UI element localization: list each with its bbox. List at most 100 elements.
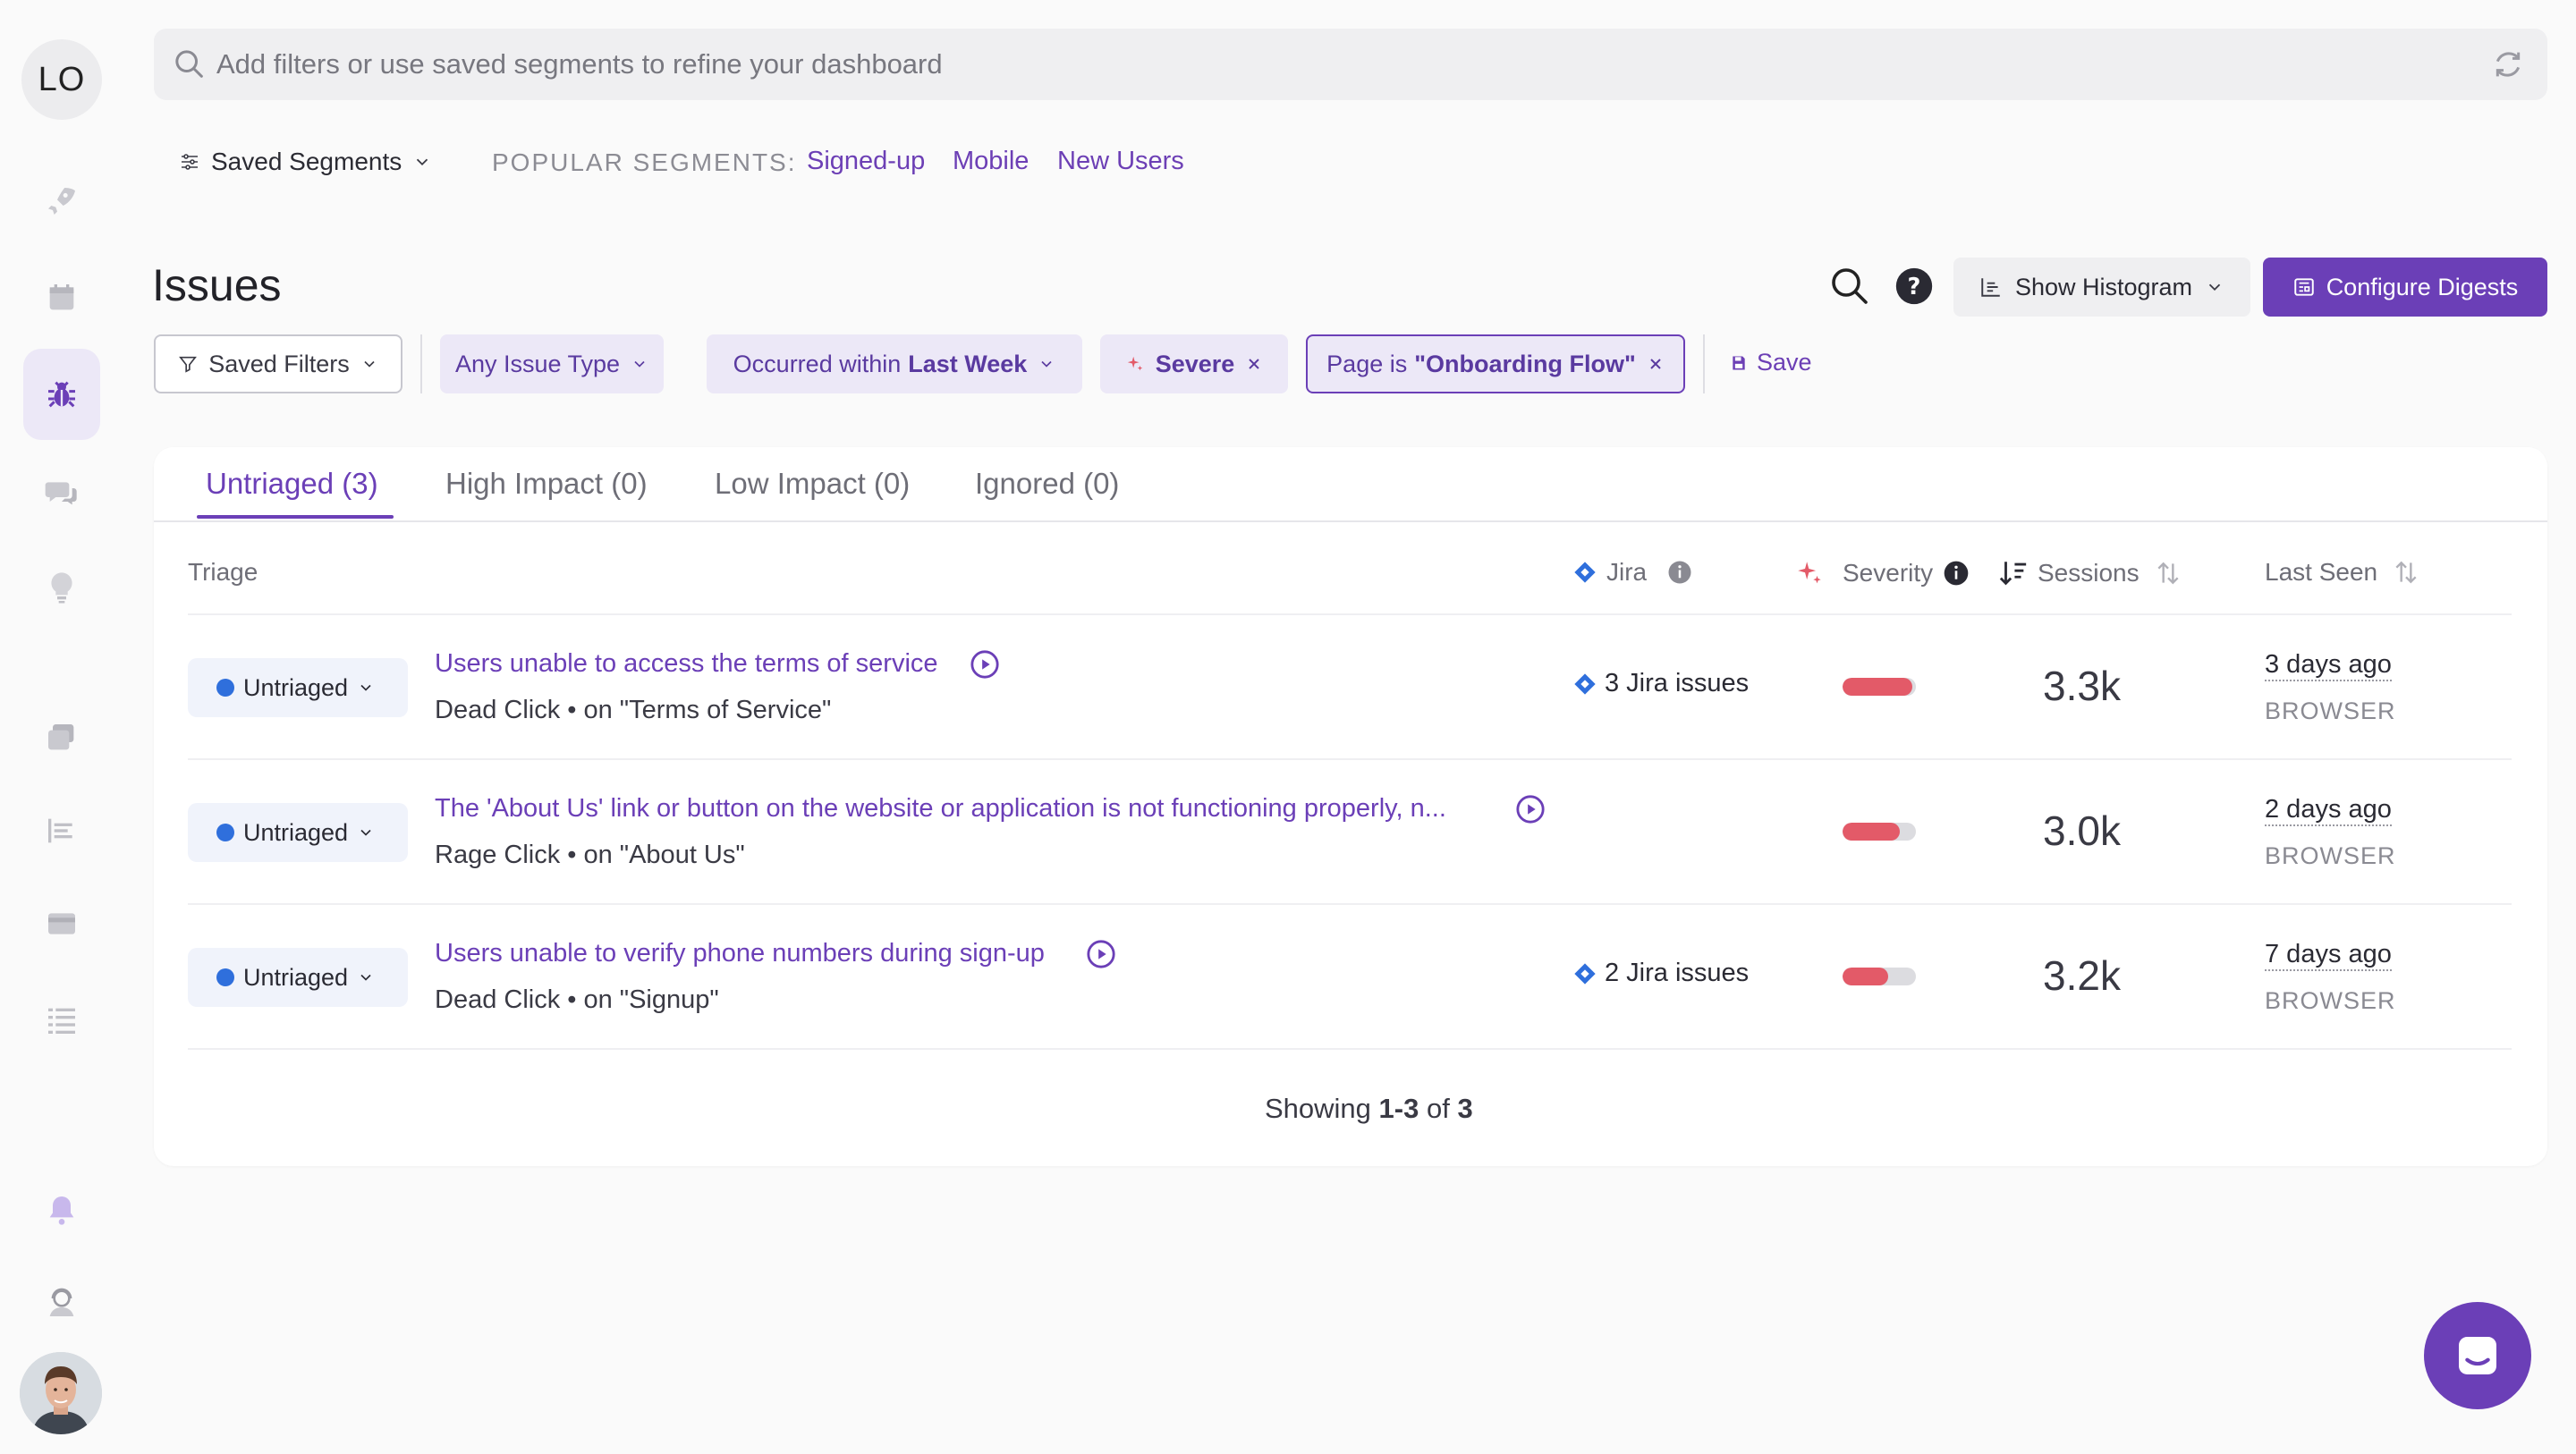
saved-filters-dropdown[interactable]: Saved Filters bbox=[154, 334, 402, 393]
column-header-sessions[interactable]: Sessions bbox=[1998, 558, 2182, 588]
sort-icon[interactable] bbox=[2154, 559, 2182, 588]
severity-bar bbox=[1843, 823, 1916, 841]
triage-label: Untriaged bbox=[243, 818, 349, 846]
sort-icon[interactable] bbox=[2392, 558, 2420, 587]
triage-dropdown[interactable]: Untriaged bbox=[188, 948, 408, 1007]
pagination-prefix: Showing bbox=[1265, 1093, 1371, 1124]
sparkle-icon bbox=[1798, 562, 1821, 584]
issue-type-filter[interactable]: Any Issue Type bbox=[440, 334, 664, 393]
floppy-disk-icon bbox=[1733, 356, 1745, 369]
rocket-icon[interactable] bbox=[39, 179, 84, 224]
filter-divider bbox=[420, 334, 422, 393]
info-icon[interactable] bbox=[1942, 559, 1970, 588]
issue-subtitle: Dead Click • on "Terms of Service" bbox=[435, 696, 832, 724]
page-filter-prefix: Page is bbox=[1326, 350, 1408, 377]
sidebar: LO bbox=[0, 0, 125, 1454]
pagination-total: 3 bbox=[1457, 1093, 1473, 1124]
column-header-triage-label: Triage bbox=[188, 558, 258, 586]
status-dot bbox=[216, 679, 234, 697]
tab-ignored[interactable]: Ignored (0) bbox=[975, 467, 1119, 501]
search-icon bbox=[175, 50, 203, 78]
column-header-jira: Jira bbox=[1572, 558, 1693, 587]
triage-dropdown[interactable]: Untriaged bbox=[188, 658, 408, 717]
bug-icon[interactable] bbox=[39, 372, 84, 417]
search-bar[interactable]: Add filters or use saved segments to ref… bbox=[154, 29, 2547, 100]
save-filter-button[interactable]: Save bbox=[1730, 349, 1812, 376]
triage-label: Untriaged bbox=[243, 963, 349, 991]
sessions-count: 3.2k bbox=[2043, 952, 2121, 999]
checklist-icon[interactable] bbox=[39, 998, 84, 1043]
jira-issues-link[interactable]: 3 Jira issues bbox=[1572, 669, 1749, 698]
bar-chart-icon bbox=[1981, 278, 2000, 297]
column-header-severity: Severity bbox=[1794, 558, 1970, 588]
sessions-count: 3.3k bbox=[2043, 663, 2121, 709]
column-header-jira-label: Jira bbox=[1606, 558, 1648, 586]
issue-title-link[interactable]: Users unable to verify phone numbers dur… bbox=[435, 939, 1045, 968]
issue-subtitle: Dead Click • on "Signup" bbox=[435, 985, 719, 1014]
last-seen-time: 3 days ago bbox=[2265, 649, 2392, 681]
issue-title-link[interactable]: Users unable to access the terms of serv… bbox=[435, 649, 938, 679]
lightbulb-icon[interactable] bbox=[39, 565, 84, 610]
status-dot bbox=[216, 824, 234, 841]
play-session-icon[interactable] bbox=[1086, 939, 1116, 969]
row-divider bbox=[188, 1048, 2512, 1050]
last-seen-time: 2 days ago bbox=[2265, 794, 2392, 826]
close-icon[interactable] bbox=[1647, 355, 1665, 373]
account-initials: LO bbox=[38, 60, 86, 98]
tab-high-impact[interactable]: High Impact (0) bbox=[445, 467, 648, 501]
page-filter-value: "Onboarding Flow" bbox=[1414, 350, 1636, 377]
triage-dropdown[interactable]: Untriaged bbox=[188, 803, 408, 862]
issue-subtitle: Rage Click • on "About Us" bbox=[435, 841, 745, 869]
tab-untriaged[interactable]: Untriaged (3) bbox=[206, 467, 378, 501]
play-session-icon[interactable] bbox=[1515, 794, 1546, 824]
platform-label: BROWSER bbox=[2265, 987, 2396, 1014]
bell-icon[interactable] bbox=[39, 1188, 84, 1232]
account-avatar[interactable]: LO bbox=[21, 39, 102, 120]
show-histogram-button[interactable]: Show Histogram bbox=[1953, 258, 2250, 317]
active-tab-indicator bbox=[197, 515, 394, 519]
support-agent-icon[interactable] bbox=[39, 1281, 84, 1325]
platform-label: BROWSER bbox=[2265, 842, 2396, 869]
page-filter[interactable]: Page is "Onboarding Flow" bbox=[1306, 334, 1685, 393]
sort-descending-icon[interactable] bbox=[1998, 558, 2029, 588]
saved-filters-label: Saved Filters bbox=[208, 350, 350, 377]
occurred-filter[interactable]: Occurred within Last Week bbox=[707, 334, 1082, 393]
search-icon[interactable] bbox=[1828, 265, 1871, 308]
column-header-triage: Triage bbox=[188, 558, 258, 587]
chat-bubbles-icon[interactable] bbox=[39, 470, 84, 515]
sliders-icon bbox=[182, 154, 198, 170]
card-icon[interactable] bbox=[39, 901, 84, 946]
severity-bar bbox=[1843, 968, 1916, 985]
play-session-icon[interactable] bbox=[970, 649, 1000, 680]
filter-icon bbox=[179, 356, 198, 373]
configure-digests-button[interactable]: Configure Digests bbox=[2263, 258, 2547, 317]
help-icon[interactable]: ? bbox=[1894, 266, 1934, 306]
platform-label: BROWSER bbox=[2265, 697, 2396, 724]
column-header-last-seen[interactable]: Last Seen bbox=[2265, 558, 2420, 587]
stack-icon[interactable] bbox=[39, 715, 84, 760]
severity-bar-fill bbox=[1843, 678, 1912, 696]
calendar-icon[interactable] bbox=[39, 275, 84, 320]
jira-issues-link[interactable]: 2 Jira issues bbox=[1572, 959, 1749, 988]
pagination-range: 1-3 bbox=[1378, 1093, 1419, 1124]
info-icon[interactable] bbox=[1666, 559, 1693, 586]
close-icon[interactable] bbox=[1245, 355, 1263, 373]
saved-segments-dropdown[interactable]: Saved Segments bbox=[179, 143, 432, 181]
segment-link-new-users[interactable]: New Users bbox=[1057, 147, 1184, 176]
issue-title-link[interactable]: The 'About Us' link or button on the web… bbox=[435, 794, 1446, 824]
row-divider bbox=[188, 758, 2512, 760]
issue-type-label: Any Issue Type bbox=[454, 350, 621, 377]
refresh-icon[interactable] bbox=[2490, 46, 2526, 82]
list-icon[interactable] bbox=[39, 808, 84, 853]
chat-icon bbox=[2459, 1337, 2496, 1374]
status-dot bbox=[216, 968, 234, 986]
chevron-down-icon bbox=[634, 360, 645, 368]
save-filter-label: Save bbox=[1757, 349, 1812, 376]
chat-launcher-button[interactable] bbox=[2424, 1302, 2531, 1409]
tab-low-impact[interactable]: Low Impact (0) bbox=[715, 467, 910, 501]
pagination-summary: Showing 1-3 of 3 bbox=[1265, 1093, 1473, 1125]
severity-filter[interactable]: Severe bbox=[1100, 334, 1288, 393]
segment-link-mobile[interactable]: Mobile bbox=[953, 147, 1029, 176]
segment-link-signed-up[interactable]: Signed-up bbox=[807, 147, 925, 176]
user-avatar[interactable] bbox=[20, 1352, 102, 1434]
